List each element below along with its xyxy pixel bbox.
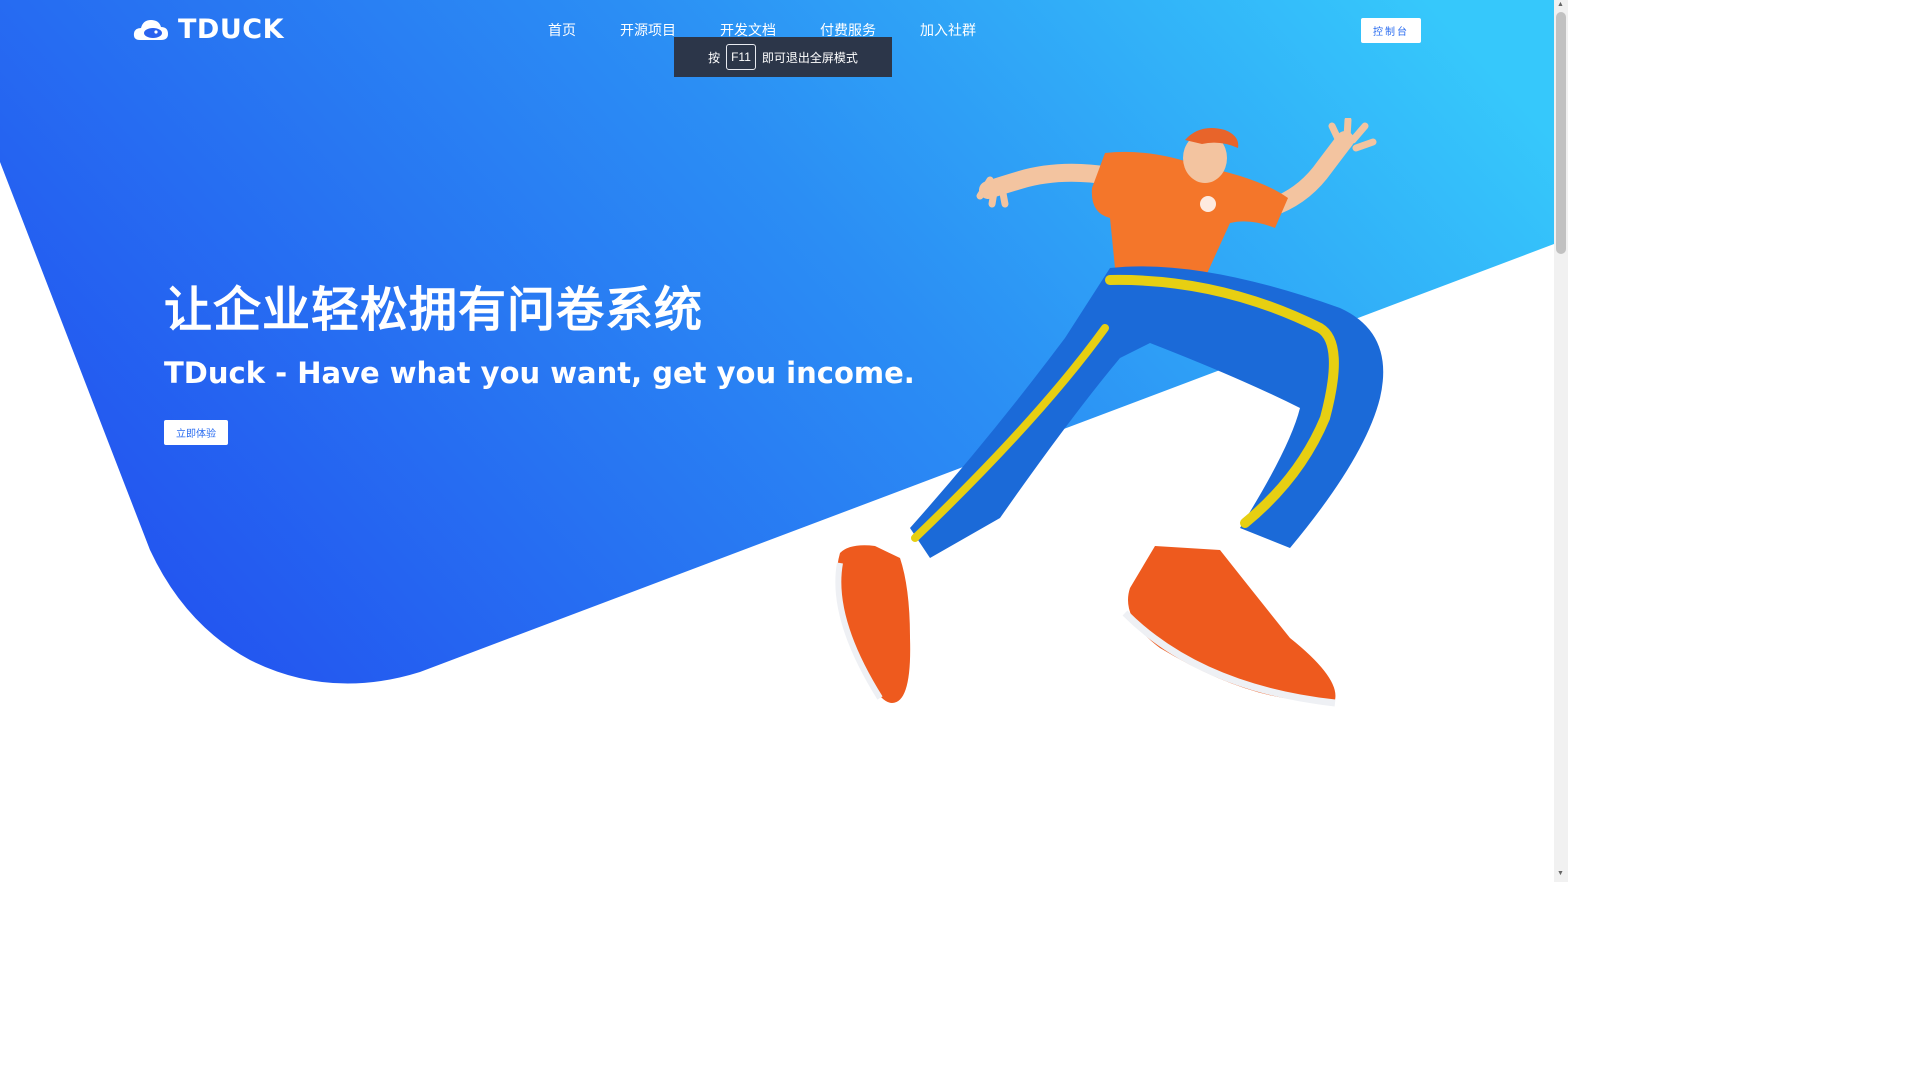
toast-suffix: 即可退出全屏模式 <box>761 50 858 65</box>
scroll-down-arrow-icon[interactable]: ▼ <box>1557 870 1564 877</box>
running-man-illustration <box>835 118 1384 707</box>
page-scrollbar[interactable]: ▲ ▼ <box>1554 0 1568 882</box>
f11-key-badge: F11 <box>726 44 756 70</box>
console-button[interactable]: 控制台 <box>1361 18 1421 43</box>
cloud-duck-icon <box>133 19 168 40</box>
hero-title: 让企业轻松拥有问卷系统 <box>164 282 704 338</box>
hero-subtitle: TDuck - Have what you want, get you inco… <box>164 356 915 390</box>
nav-item-community[interactable]: 加入社群 <box>920 19 976 41</box>
brand-name: TDUCK <box>178 14 284 45</box>
scroll-up-arrow-icon[interactable]: ▲ <box>1557 1 1564 8</box>
fullscreen-toast: 按 F11 即可退出全屏模式 <box>674 37 892 77</box>
try-now-button[interactable]: 立即体验 <box>164 420 228 445</box>
scrollbar-thumb[interactable] <box>1556 12 1566 254</box>
nav-item-home[interactable]: 首页 <box>548 19 576 41</box>
toast-prefix: 按 <box>708 50 721 65</box>
brand-logo[interactable]: TDUCK <box>132 14 284 45</box>
nav-item-open-source[interactable]: 开源项目 <box>620 19 676 41</box>
